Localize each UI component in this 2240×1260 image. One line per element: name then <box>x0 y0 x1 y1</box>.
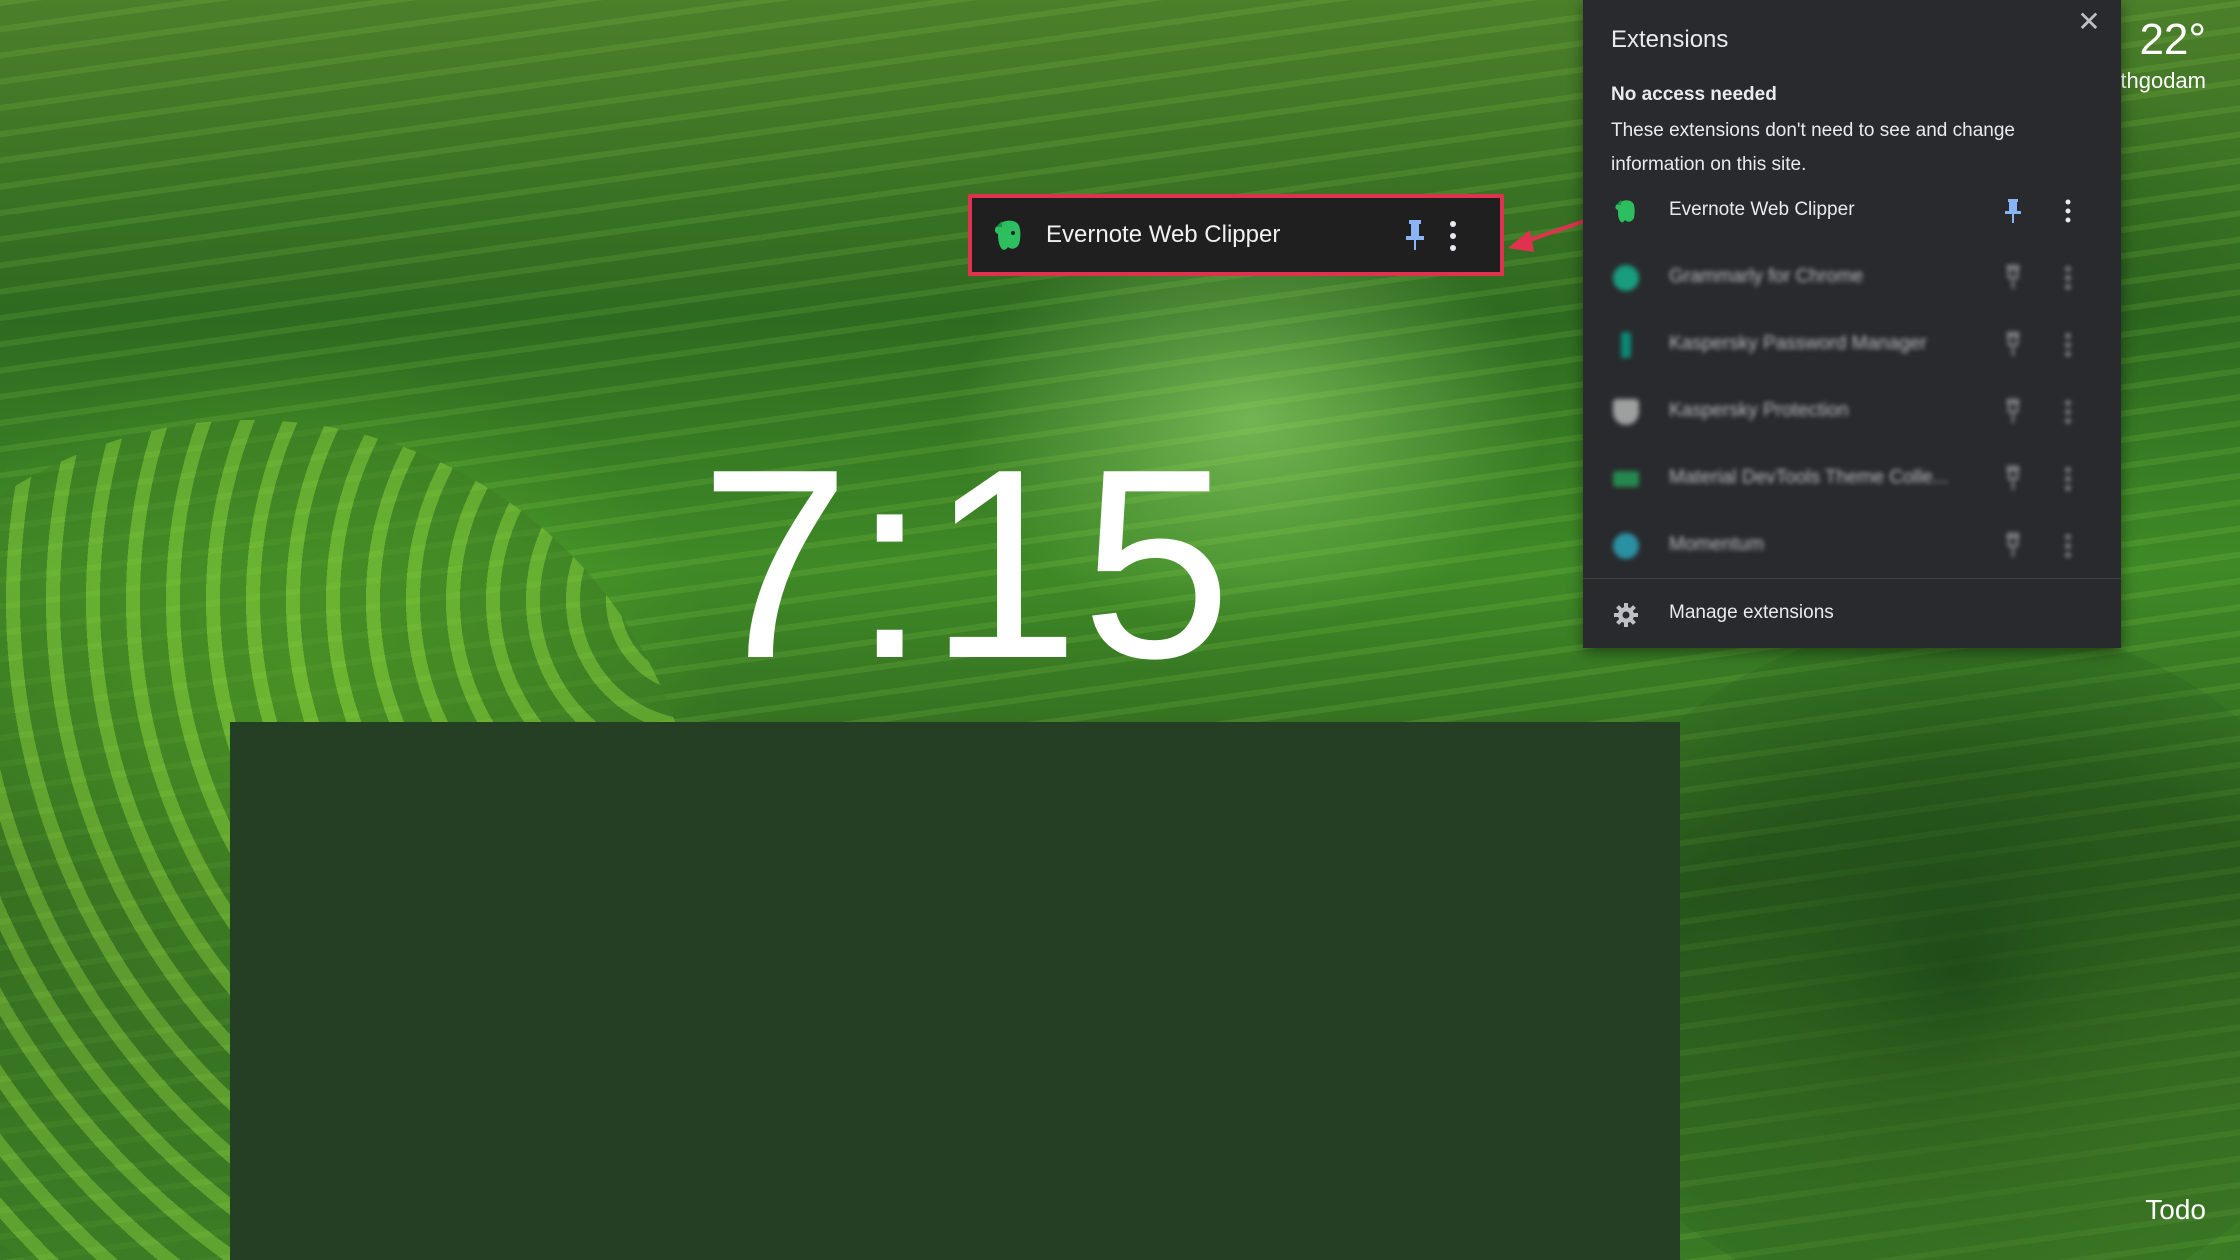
momentum-icon <box>1613 533 1639 559</box>
extension-name: Momentum <box>1669 534 1765 555</box>
callout-extension-name: Evernote Web Clipper <box>1046 221 1281 248</box>
pin-icon[interactable] <box>2003 198 2023 224</box>
material-devtools-icon <box>1613 471 1639 487</box>
pin-icon[interactable] <box>1404 218 1426 252</box>
extension-name: Grammarly for Chrome <box>1669 266 1864 287</box>
kaspersky-password-icon <box>1621 332 1631 358</box>
kaspersky-protection-icon <box>1613 399 1639 425</box>
highlighted-extension-callout: Evernote Web Clipper <box>968 194 1504 276</box>
weather-temperature: 22° <box>2139 15 2206 64</box>
extension-item-kaspersky-protection[interactable]: Kaspersky Protection <box>1583 379 2121 446</box>
more-vert-icon[interactable] <box>2061 397 2075 427</box>
more-vert-icon[interactable] <box>2061 464 2075 494</box>
extension-item-material-devtools[interactable]: Material DevTools Theme Colle... <box>1583 446 2121 513</box>
extension-name: Kaspersky Password Manager <box>1669 333 1927 354</box>
weather-location: thgodam <box>2120 68 2206 93</box>
section-heading: No access needed <box>1611 84 1777 105</box>
todo-button[interactable]: Todo <box>2145 1194 2206 1226</box>
extension-item-momentum[interactable]: Momentum <box>1583 513 2121 580</box>
close-icon[interactable]: ✕ <box>2073 6 2105 38</box>
more-vert-icon[interactable] <box>2061 196 2075 226</box>
extension-item-grammarly[interactable]: Grammarly for Chrome <box>1583 245 2121 312</box>
extensions-title: Extensions <box>1611 26 1729 53</box>
clock-time: 7:15 <box>700 414 1234 715</box>
pin-outline-icon[interactable] <box>2003 533 2023 559</box>
extension-item-evernote[interactable]: Evernote Web Clipper <box>1583 178 2121 245</box>
pin-outline-icon[interactable] <box>2003 399 2023 425</box>
extensions-popup: Extensions ✕ No access needed These exte… <box>1583 0 2121 648</box>
manage-extensions-label: Manage extensions <box>1669 602 1834 623</box>
evernote-icon <box>1615 200 1635 223</box>
content-overlay-block <box>230 722 1680 1260</box>
grammarly-icon <box>1613 265 1639 291</box>
extensions-list: Evernote Web Clipper Grammarly for Chrom… <box>1583 178 2121 580</box>
extension-name: Evernote Web Clipper <box>1669 199 1855 220</box>
gear-icon <box>1614 603 1638 627</box>
more-vert-icon[interactable] <box>2061 263 2075 293</box>
manage-extensions-button[interactable]: Manage extensions <box>1583 590 2121 640</box>
weather-widget[interactable]: 22° thgodam <box>2120 18 2206 94</box>
divider <box>1583 578 2121 579</box>
more-vert-icon[interactable] <box>2061 330 2075 360</box>
extension-name: Kaspersky Protection <box>1669 400 1849 421</box>
extension-name: Material DevTools Theme Colle... <box>1669 467 1949 488</box>
evernote-icon <box>994 220 1021 250</box>
more-vert-icon[interactable] <box>2061 531 2075 561</box>
more-vert-icon[interactable] <box>1446 218 1460 254</box>
momentum-background: 7:15 22° thgodam Todo Evernote Web Clipp… <box>0 0 2240 1260</box>
pin-outline-icon[interactable] <box>2003 466 2023 492</box>
section-description: These extensions don't need to see and c… <box>1611 120 2015 175</box>
pin-outline-icon[interactable] <box>2003 265 2023 291</box>
pin-outline-icon[interactable] <box>2003 332 2023 358</box>
extension-item-kaspersky-password[interactable]: Kaspersky Password Manager <box>1583 312 2121 379</box>
